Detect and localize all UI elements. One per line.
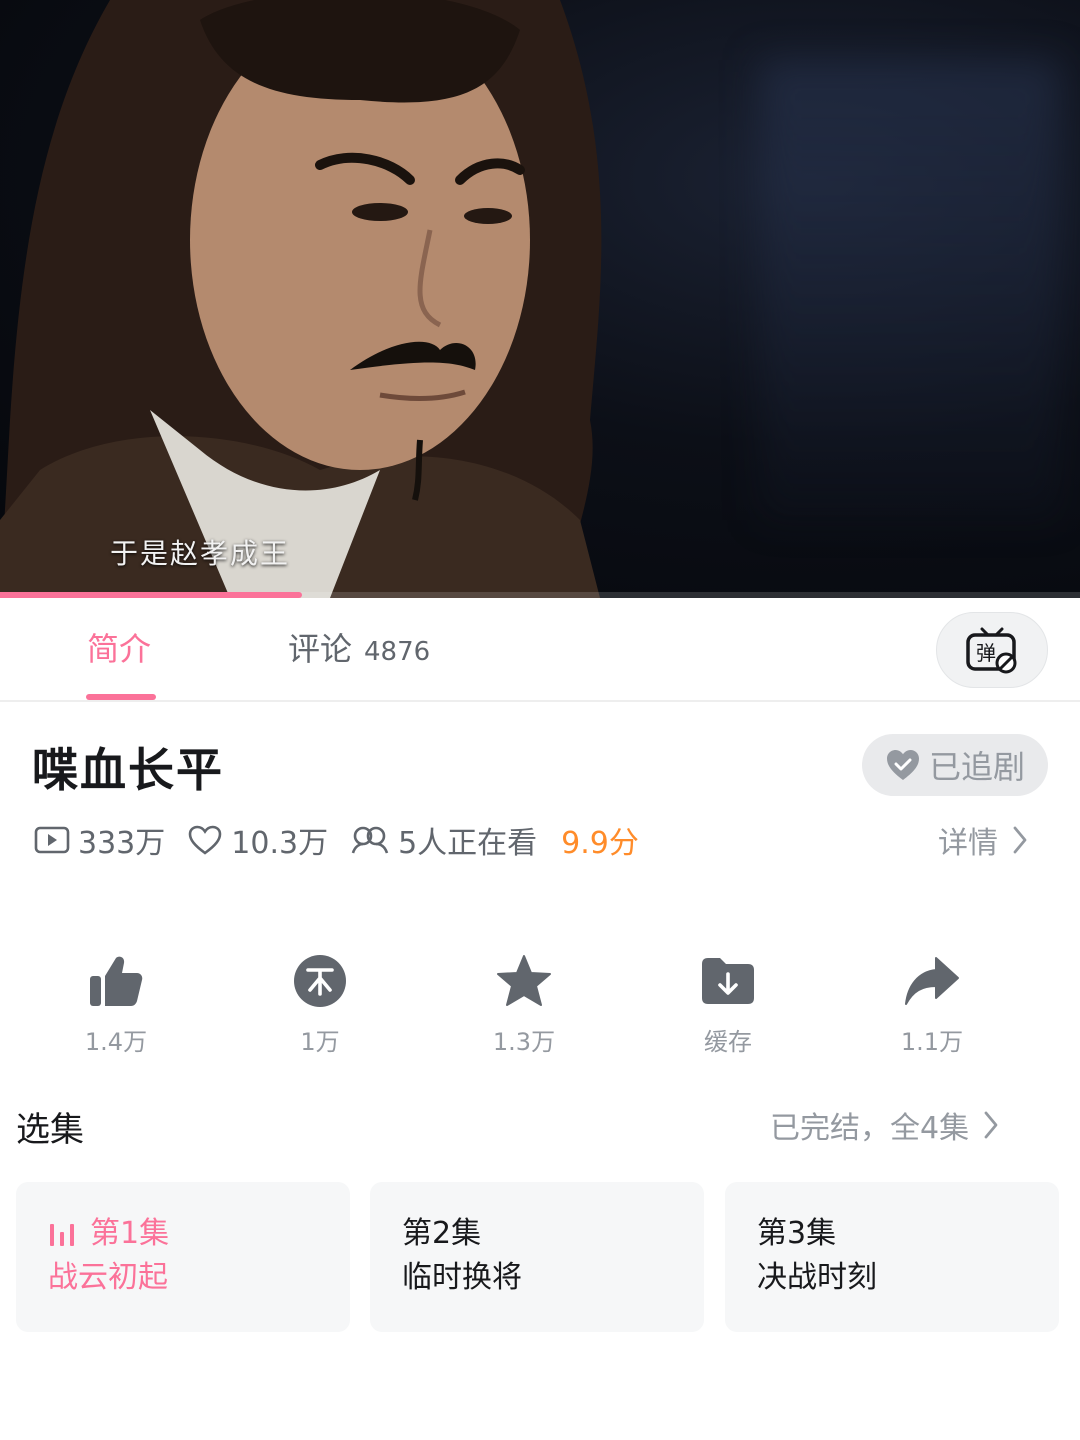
watching-stat: 5人正在看 [350, 818, 537, 862]
episodes-section-title: 选集 [16, 1110, 84, 1150]
tab-comments-label: 评论 [288, 630, 353, 668]
share-count: 1.1万 [900, 1028, 964, 1056]
video-player[interactable]: 于是赵孝成王 [0, 0, 1080, 598]
coin-button[interactable]: 1万 [250, 950, 390, 1057]
show-title: 喋血长平 [32, 743, 224, 797]
episode-card-3[interactable]: 第3集 决战时刻 [725, 1182, 1059, 1332]
episode-card-2[interactable]: 第2集 临时换将 [370, 1182, 704, 1332]
like-button[interactable]: 1.4万 [46, 950, 186, 1057]
svg-text:弹: 弹 [976, 641, 996, 665]
coin-icon [294, 955, 346, 1007]
views-count: 333万 [78, 826, 166, 861]
download-label: 缓存 [704, 1028, 752, 1056]
episode-name: 战云初起 [48, 1260, 168, 1295]
episode-name: 决战时刻 [757, 1260, 877, 1295]
detail-link[interactable]: 详情 [938, 818, 1028, 862]
watching-count: 5人正在看 [398, 826, 538, 861]
tab-bar: 简介 评论 4876 弹 [0, 598, 1080, 702]
coin-count: 1万 [300, 1028, 340, 1056]
episode-card-1[interactable]: 第1集 战云初起 [16, 1182, 350, 1332]
video-frame-figure [0, 0, 602, 598]
share-arrow-icon [905, 957, 959, 1005]
heart-icon [188, 825, 222, 855]
episode-number: 第2集 [402, 1216, 482, 1251]
detail-label: 详情 [938, 826, 998, 861]
star-icon [497, 955, 551, 1006]
danmaku-toggle-icon: 弹 [966, 627, 1017, 674]
favorite-button[interactable]: 1.3万 [454, 950, 594, 1057]
episode-name: 临时换将 [402, 1260, 522, 1295]
active-tab-indicator [86, 694, 156, 700]
episode-number: 第1集 [90, 1216, 170, 1251]
download-button[interactable]: 缓存 [658, 950, 798, 1057]
follow-show-button[interactable]: 已追剧 [862, 734, 1048, 796]
follow-label: 已追剧 [928, 748, 1025, 786]
heart-check-icon [886, 750, 919, 780]
download-folder-icon [702, 958, 754, 1004]
tab-intro[interactable]: 简介 [87, 624, 151, 670]
rating-score: 9.9分 [561, 826, 639, 861]
video-subtitle: 于是赵孝成王 [110, 537, 291, 570]
likes-count: 10.3万 [231, 826, 329, 861]
share-button[interactable]: 1.1万 [862, 950, 1002, 1057]
thumbs-up-icon [90, 956, 143, 1006]
now-playing-icon [50, 1224, 74, 1246]
action-row: 1.4万 1万 1.3万 缓存 1.1万 [0, 950, 1080, 1060]
people-watching-icon [351, 826, 389, 854]
play-count-icon [34, 826, 70, 854]
show-stats: 333万 10.3万 5人正在看 9.9分 [34, 818, 639, 862]
episodes-status-link[interactable]: 已完结，全4集 [770, 1102, 999, 1148]
likes-stat: 10.3万 [187, 818, 328, 862]
tab-comments[interactable]: 评论 4876 [288, 624, 430, 670]
comments-count: 4876 [364, 637, 431, 667]
episodes-status: 已完结，全4集 [770, 1111, 970, 1146]
chevron-right-icon [984, 1111, 998, 1139]
episode-number: 第3集 [757, 1216, 837, 1251]
like-count: 1.4万 [84, 1028, 148, 1056]
danmaku-toggle-button[interactable]: 弹 [936, 612, 1048, 688]
chevron-right-icon [1013, 826, 1027, 854]
background-window-light [760, 60, 1060, 520]
favorite-count: 1.3万 [492, 1028, 556, 1056]
views-stat: 333万 [34, 818, 165, 862]
